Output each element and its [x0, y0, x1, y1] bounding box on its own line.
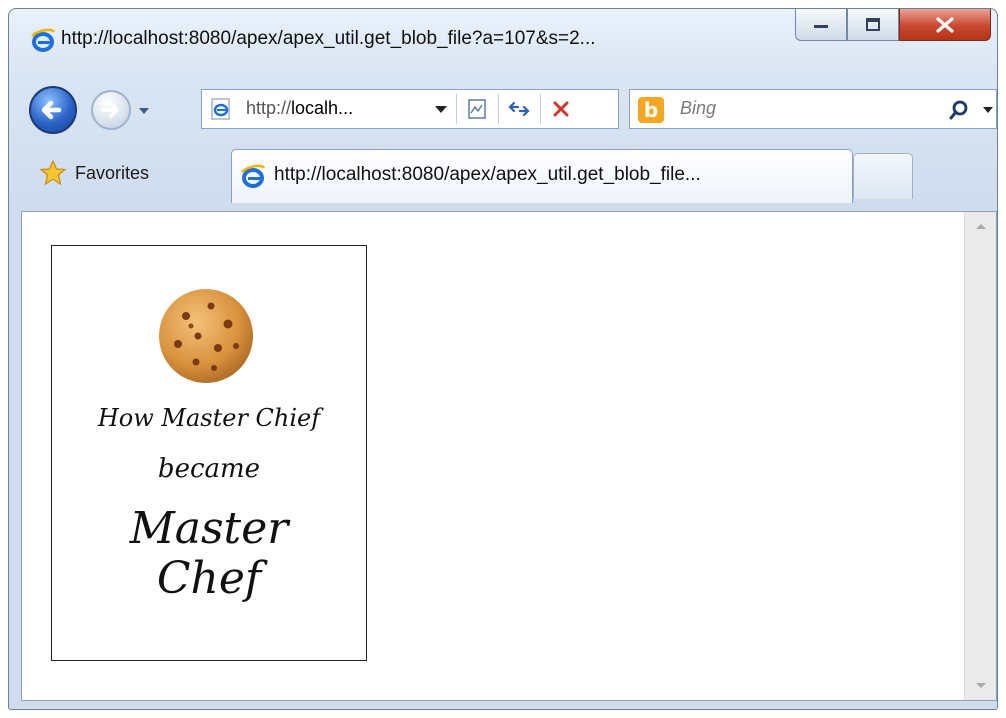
recent-pages-dropdown-icon[interactable] [137, 105, 151, 117]
ie-logo-icon [241, 164, 266, 188]
scroll-up-button[interactable] [965, 212, 996, 240]
vertical-scrollbar[interactable] [964, 212, 996, 700]
refresh-button[interactable] [502, 94, 536, 124]
search-box[interactable]: b Bing [629, 89, 997, 129]
close-button[interactable] [899, 9, 991, 41]
scroll-down-button[interactable] [965, 672, 996, 700]
ie-logo-icon [31, 28, 56, 52]
cover-text-line2: became [157, 454, 261, 484]
forward-button[interactable] [91, 90, 131, 130]
minimize-icon [814, 24, 828, 28]
separator [498, 94, 499, 124]
compatibility-view-icon [468, 99, 486, 119]
window-title: http://localhost:8080/apex/apex_util.get… [61, 28, 596, 49]
cover-text-line1: How Master Chief [97, 404, 321, 432]
maximize-button[interactable] [847, 9, 899, 41]
tab-title: http://localhost:8080/apex/apex_util.get… [274, 164, 701, 185]
favorites-label: Favorites [75, 162, 150, 183]
scroll-down-icon [975, 683, 986, 688]
address-text[interactable]: http://localh... [246, 98, 353, 119]
cookie-icon [159, 289, 253, 383]
cover-title: Master Chef [52, 504, 366, 604]
bing-icon: b [638, 97, 664, 123]
search-icon[interactable] [948, 99, 970, 121]
book-cover-image: How Master Chief became Master Chef [51, 245, 367, 661]
forward-arrow-icon [101, 102, 119, 118]
search-dropdown-icon[interactable] [982, 105, 994, 115]
cover-title-word2: Chef [156, 553, 262, 604]
separator [456, 94, 457, 124]
new-tab-button[interactable] [853, 153, 913, 199]
separator [540, 94, 541, 124]
stop-icon [553, 101, 569, 117]
page-content: How Master Chief became Master Chef [21, 211, 997, 701]
browser-window: http://localhost:8080/apex/apex_util.get… [8, 8, 998, 710]
refresh-icon [508, 101, 530, 117]
page-icon [211, 98, 230, 120]
tab-active[interactable]: http://localhost:8080/apex/apex_util.get… [231, 149, 853, 203]
cover-title-word1: Master [129, 503, 289, 554]
close-icon [936, 16, 954, 33]
address-dropdown-icon[interactable] [434, 104, 448, 114]
back-arrow-icon [41, 100, 62, 120]
search-input[interactable]: Bing [680, 98, 716, 119]
navigation-bar: http://localh... b Bing [9, 75, 997, 134]
tabs-bar: Favorites http://localhost:8080/apex/ape… [9, 139, 997, 211]
address-bar[interactable]: http://localh... [201, 89, 619, 129]
compatibility-view-button[interactable] [460, 94, 494, 124]
minimize-button[interactable] [795, 9, 847, 41]
maximize-icon [866, 17, 880, 31]
caption-buttons [795, 9, 991, 45]
favorites-star-icon [39, 159, 67, 186]
stop-button[interactable] [544, 94, 578, 124]
back-button[interactable] [29, 86, 77, 134]
title-bar: http://localhost:8080/apex/apex_util.get… [9, 9, 997, 71]
favorites-button[interactable]: Favorites [39, 153, 149, 193]
scroll-up-icon [975, 224, 986, 229]
